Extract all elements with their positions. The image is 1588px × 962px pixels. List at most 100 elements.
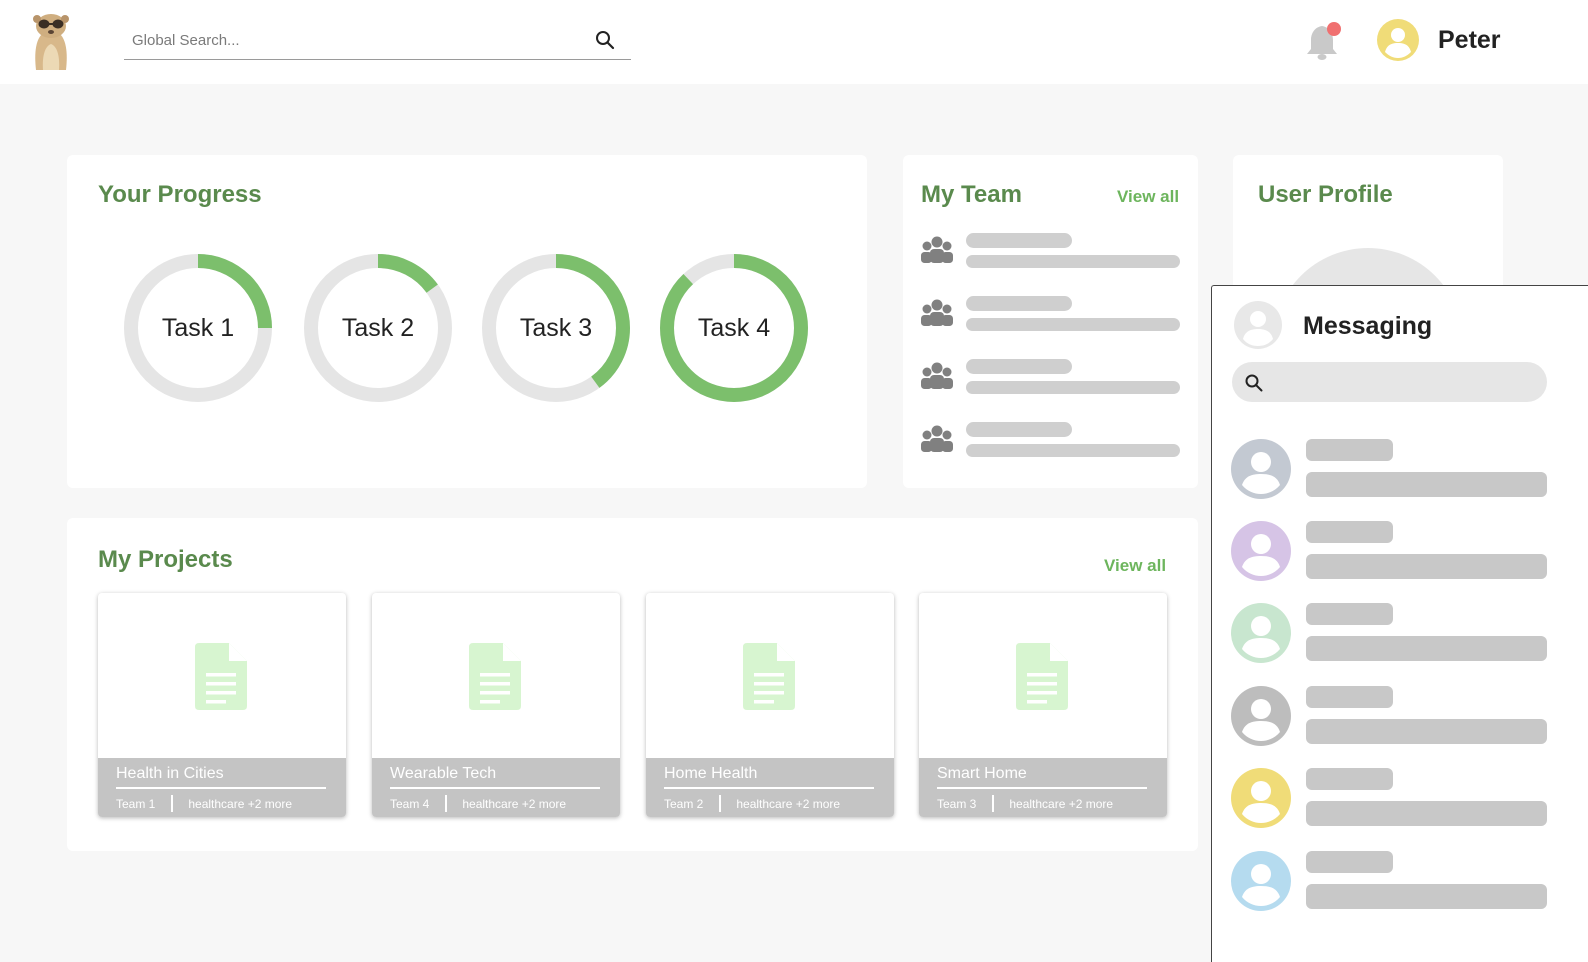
project-meta: Team 2 healthcare +2 more: [664, 795, 840, 812]
placeholder-bar: [966, 255, 1180, 268]
placeholder-bar: [1306, 768, 1393, 790]
document-icon: [1016, 643, 1068, 710]
group-icon: [921, 425, 953, 452]
placeholder-bar: [1306, 719, 1547, 744]
placeholder-bar: [1306, 554, 1547, 579]
contact-item[interactable]: [1231, 851, 1549, 911]
top-header: Peter: [0, 0, 1588, 84]
project-card[interactable]: Smart Home Team 3 healthcare +2 more: [919, 593, 1167, 817]
placeholder-bar: [966, 381, 1180, 394]
contact-avatar-icon: [1231, 686, 1291, 746]
user-avatar-icon[interactable]: [1377, 19, 1419, 61]
contact-item[interactable]: [1231, 768, 1549, 828]
project-footer: Health in Cities Team 1 healthcare +2 mo…: [98, 758, 346, 817]
project-card[interactable]: Wearable Tech Team 4 healthcare +2 more: [372, 593, 620, 817]
global-search: [124, 20, 631, 60]
messaging-search-input[interactable]: [1274, 370, 1534, 394]
task-progress-ring[interactable]: Task 3: [481, 253, 631, 403]
task-progress-ring[interactable]: Task 1: [123, 253, 273, 403]
progress-title: Your Progress: [98, 181, 262, 208]
team-title: My Team: [921, 181, 1022, 208]
global-search-input[interactable]: [132, 28, 572, 52]
placeholder-bar: [1306, 472, 1547, 497]
notification-dot: [1327, 22, 1341, 36]
placeholder-bar: [1306, 603, 1393, 625]
divider: [937, 787, 1147, 789]
contact-item[interactable]: [1231, 686, 1549, 746]
project-tags: healthcare +2 more: [736, 796, 841, 811]
group-icon: [921, 236, 953, 263]
project-meta: Team 3 healthcare +2 more: [937, 795, 1113, 812]
search-icon[interactable]: [595, 30, 615, 50]
document-icon: [743, 643, 795, 710]
team-row[interactable]: [919, 359, 1181, 399]
team-row[interactable]: [919, 233, 1181, 273]
project-name: Wearable Tech: [390, 765, 497, 782]
user-avatar-icon[interactable]: [1233, 300, 1283, 350]
team-card: My Team View all: [903, 155, 1198, 488]
contact-avatar-icon: [1231, 439, 1291, 499]
placeholder-bar: [966, 422, 1072, 437]
search-icon: [1245, 374, 1263, 392]
placeholder-bar: [1306, 884, 1547, 909]
placeholder-bar: [1306, 801, 1547, 826]
task-label: Task 1: [161, 313, 235, 342]
divider: [664, 787, 874, 789]
project-tags: healthcare +2 more: [462, 796, 567, 811]
task-progress-ring[interactable]: Task 4: [659, 253, 809, 403]
team-view-all-link[interactable]: View all: [1117, 187, 1179, 207]
placeholder-bar: [966, 233, 1072, 248]
contact-item[interactable]: [1231, 603, 1549, 663]
meerkat-logo[interactable]: [28, 10, 74, 70]
team-row[interactable]: [919, 296, 1181, 336]
project-card[interactable]: Health in Cities Team 1 healthcare +2 mo…: [98, 593, 346, 817]
messaging-panel: Messaging: [1211, 285, 1588, 962]
project-tags: healthcare +2 more: [188, 796, 293, 811]
messaging-search: [1232, 362, 1547, 402]
task-label: Task 4: [697, 313, 771, 342]
projects-card: My Projects View all Health in Cities Te…: [67, 518, 1198, 851]
separator: [445, 795, 448, 812]
project-footer: Home Health Team 2 healthcare +2 more: [646, 758, 894, 817]
placeholder-bar: [1306, 686, 1393, 708]
project-tags: healthcare +2 more: [1009, 796, 1114, 811]
group-icon: [921, 362, 953, 389]
separator: [992, 795, 995, 812]
placeholder-bar: [966, 359, 1072, 374]
project-name: Home Health: [664, 765, 758, 782]
project-meta: Team 4 healthcare +2 more: [390, 795, 566, 812]
contact-avatar-icon: [1231, 768, 1291, 828]
placeholder-bar: [966, 296, 1072, 311]
project-footer: Smart Home Team 3 healthcare +2 more: [919, 758, 1167, 817]
contact-item[interactable]: [1231, 439, 1549, 499]
contact-avatar-icon: [1231, 851, 1291, 911]
contact-item[interactable]: [1231, 521, 1549, 581]
project-team: Team 4: [390, 796, 430, 811]
contact-avatar-icon: [1231, 603, 1291, 663]
projects-title: My Projects: [98, 546, 233, 573]
placeholder-bar: [1306, 439, 1393, 461]
notification-bell-icon[interactable]: [1305, 22, 1343, 62]
profile-title: User Profile: [1258, 181, 1393, 208]
messaging-title[interactable]: Messaging: [1303, 312, 1432, 341]
project-meta: Team 1 healthcare +2 more: [116, 795, 292, 812]
project-name: Health in Cities: [116, 765, 224, 782]
placeholder-bar: [966, 318, 1180, 331]
project-card[interactable]: Home Health Team 2 healthcare +2 more: [646, 593, 894, 817]
placeholder-bar: [1306, 521, 1393, 543]
project-name: Smart Home: [937, 765, 1027, 782]
task-progress-ring[interactable]: Task 2: [303, 253, 453, 403]
projects-view-all-link[interactable]: View all: [1104, 556, 1166, 576]
document-icon: [469, 643, 521, 710]
team-row[interactable]: [919, 422, 1181, 462]
separator: [719, 795, 722, 812]
project-team: Team 1: [116, 796, 156, 811]
contact-avatar-icon: [1231, 521, 1291, 581]
divider: [390, 787, 600, 789]
project-team: Team 2: [664, 796, 704, 811]
placeholder-bar: [966, 444, 1180, 457]
user-name[interactable]: Peter: [1438, 26, 1501, 55]
progress-card: Your Progress Task 1 Task 2 Task 3 Task …: [67, 155, 867, 488]
task-label: Task 3: [519, 313, 593, 342]
placeholder-bar: [1306, 851, 1393, 873]
